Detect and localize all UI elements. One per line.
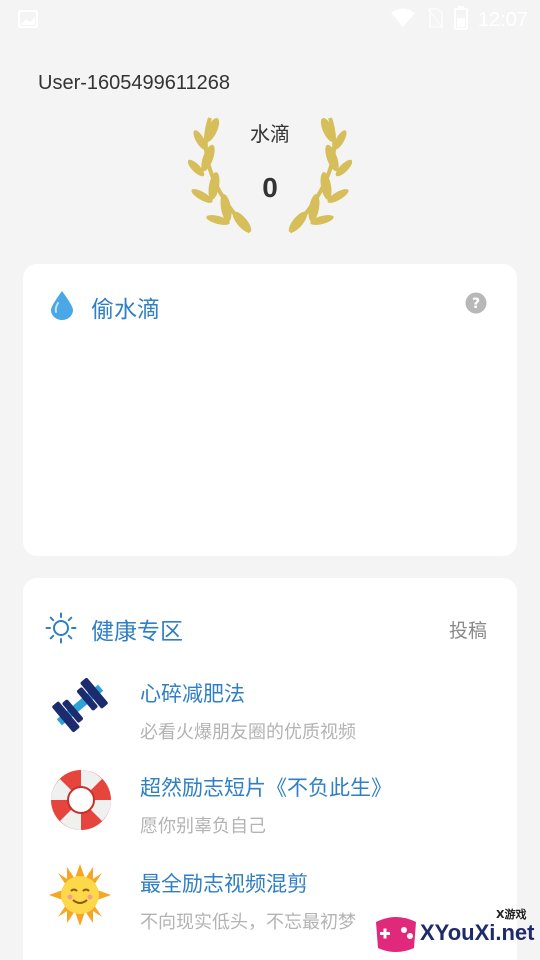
steal-water-card: 偷水滴 ?	[23, 264, 517, 556]
wifi-icon	[390, 8, 416, 32]
watermark: X游戏 XYouXi.net	[370, 902, 540, 958]
item-title: 最全励志视频混剪	[140, 872, 308, 896]
item-title: 心碎减肥法	[140, 682, 245, 706]
lifebuoy-icon	[47, 766, 113, 832]
status-bar: 12:07	[0, 0, 540, 38]
drops-label: 水滴	[250, 122, 290, 146]
dumbbell-icon	[47, 672, 113, 738]
drops-badge: 水滴 0	[188, 110, 352, 236]
svg-text:?: ?	[472, 296, 480, 312]
item-title: 超然励志短片《不负此生》	[140, 776, 392, 800]
item-subtitle: 愿你别辜负自己	[140, 816, 266, 837]
status-time: 12:07	[477, 8, 528, 31]
item-subtitle: 不向现实低头，不忘最初梦	[140, 912, 356, 933]
gamepad-logo-icon	[370, 912, 422, 960]
sun-outline-icon	[45, 612, 77, 648]
submit-button[interactable]: 投稿	[449, 616, 487, 643]
list-item[interactable]: 心碎减肥法 必看火爆朋友圈的优质视频	[23, 672, 517, 756]
health-zone-title: 健康专区	[91, 619, 183, 645]
steal-water-title: 偷水滴	[91, 297, 160, 323]
list-item[interactable]: 超然励志短片《不负此生》 愿你别辜负自己	[23, 766, 517, 850]
item-subtitle: 必看火爆朋友圈的优质视频	[140, 722, 356, 743]
no-sim-icon	[426, 7, 444, 33]
water-drop-icon	[49, 290, 75, 324]
username: User-1605499611268	[38, 72, 231, 94]
image-icon	[18, 10, 38, 32]
drops-count: 0	[262, 172, 278, 203]
sun-face-icon	[47, 862, 113, 928]
battery-icon	[453, 6, 468, 34]
question-circle-icon[interactable]: ?	[465, 292, 487, 318]
watermark-text: XYouXi.net	[420, 920, 535, 945]
